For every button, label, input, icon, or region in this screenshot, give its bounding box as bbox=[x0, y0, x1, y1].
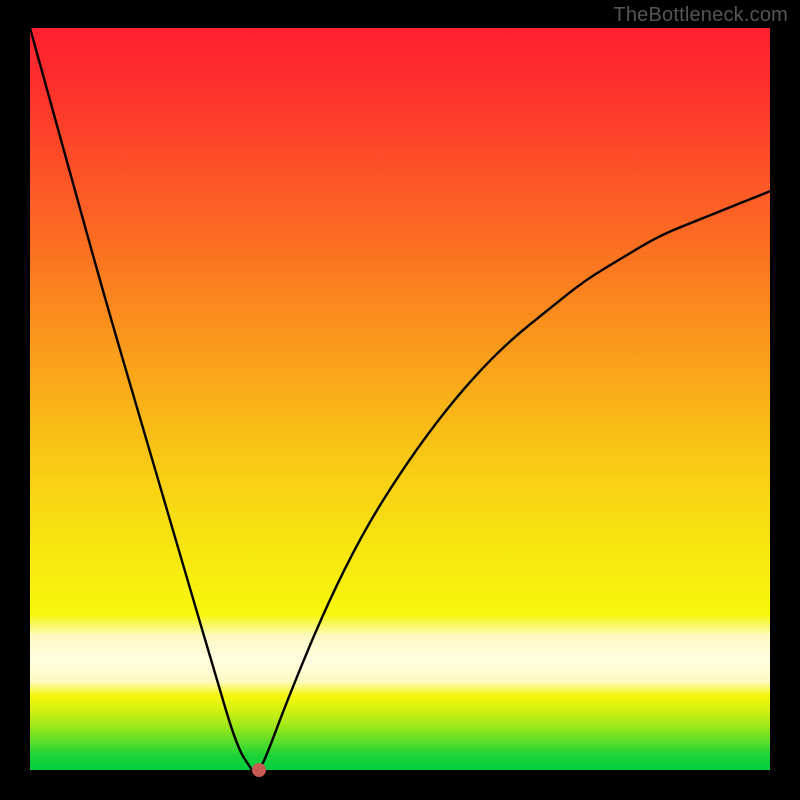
bottleneck-curve bbox=[30, 28, 770, 770]
watermark-text: TheBottleneck.com bbox=[613, 4, 788, 27]
optimal-marker bbox=[252, 763, 266, 777]
chart-frame: TheBottleneck.com bbox=[0, 0, 800, 800]
chart-plot-area bbox=[30, 28, 770, 770]
